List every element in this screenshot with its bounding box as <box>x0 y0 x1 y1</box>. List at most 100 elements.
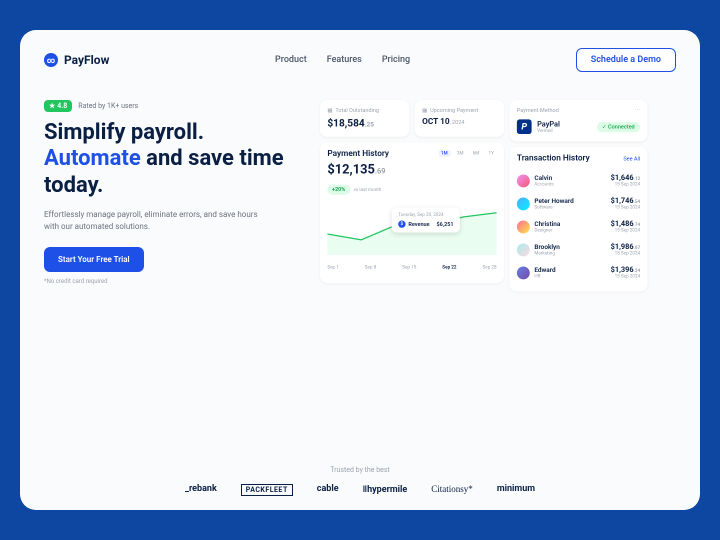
avatar <box>517 266 530 279</box>
chart-area: Tuesday, Sep 20, 2024 $Revenue $6,251 Se… <box>327 202 496 276</box>
transaction-row[interactable]: EdwardHR $1,396.2415 Sep 2024 <box>517 261 640 284</box>
transaction-history-card: Transaction History See All CalvinAccoun… <box>510 147 648 291</box>
nav-links: Product Features Pricing <box>275 55 410 65</box>
xlabel-2: Sep 8 <box>365 265 376 271</box>
transaction-row[interactable]: BrooklynMarketing $1,986.6715 Sep 2024 <box>517 238 640 261</box>
nav-product[interactable]: Product <box>275 55 307 65</box>
outstanding-dec: .25 <box>365 121 374 128</box>
trusted-label: Trusted by the best <box>20 466 700 474</box>
range-1m[interactable]: 1M <box>438 150 450 157</box>
tx-amount: $1,486.74 <box>611 220 641 228</box>
tx-name: Calvin <box>534 174 553 181</box>
brand-icon: ∞ <box>44 53 58 67</box>
transaction-row[interactable]: ChristinaDesigner $1,486.7415 Sep 2024 <box>517 215 640 238</box>
tx-role: Software <box>534 204 573 210</box>
tx-date: 15 Sep 2024 <box>611 251 641 257</box>
trusted-section: Trusted by the best _rebank PACKFLEET ca… <box>20 466 700 496</box>
upcoming-year: , 2024 <box>450 119 465 125</box>
payment-method-card: Payment Method ⋯ P PayPal Verified ✓ Conn… <box>510 100 648 141</box>
paypal-icon: P <box>517 119 532 134</box>
xlabel-5: Sep 28 <box>483 265 497 271</box>
see-all-link[interactable]: See All <box>623 156 640 162</box>
rating-score: 4.8 <box>57 102 67 110</box>
tx-role: Marketing <box>534 250 559 256</box>
top-nav: ∞ PayFlow Product Features Pricing Sched… <box>44 48 676 72</box>
outstanding-value: $18,584 <box>327 117 364 129</box>
xlabel-4: Sep 22 <box>442 265 456 271</box>
tx-date: 15 Sep 2024 <box>611 205 641 211</box>
tx-date: 15 Sep 2024 <box>611 228 641 234</box>
tx-amount: $1,986.67 <box>611 243 641 251</box>
schedule-demo-button[interactable]: Schedule a Demo <box>576 48 676 72</box>
headline-accent: Automate <box>44 146 141 171</box>
upcoming-label: Upcoming Payment <box>430 107 478 113</box>
nav-features[interactable]: Features <box>327 55 362 65</box>
tx-amount: $1,646.12 <box>611 174 641 182</box>
tx-amount: $1,396.24 <box>611 266 641 274</box>
hero-section: ★ 4.8 Rated by 1K+ users Simplify payrol… <box>44 100 300 308</box>
outstanding-card: ▦Total Outstanding $18,584.25 <box>320 100 409 137</box>
tx-role: HR <box>534 273 555 279</box>
upcoming-date: OCT 10 <box>422 117 449 126</box>
transaction-row[interactable]: Peter HowardSoftware $1,746.5415 Sep 2024 <box>517 192 640 215</box>
avatar <box>517 197 530 210</box>
more-icon[interactable]: ⋯ <box>635 107 641 113</box>
landing-page: ∞ PayFlow Product Features Pricing Sched… <box>20 30 700 510</box>
range-1y[interactable]: 1Y <box>486 150 497 157</box>
th-title: Transaction History <box>517 154 590 163</box>
pm-name: PayPal <box>537 120 560 128</box>
tx-name: Brooklyn <box>534 243 559 250</box>
rating-badge: ★ 4.8 <box>44 100 72 112</box>
chart-tooltip: Tuesday, Sep 20, 2024 $Revenue $6,251 <box>392 208 460 233</box>
logo-hypermile: ‖hypermile <box>363 484 408 496</box>
main-content: ★ 4.8 Rated by 1K+ users Simplify payrol… <box>44 100 676 308</box>
pm-status: Verified <box>537 128 560 134</box>
cta-note: *No credit card required <box>44 278 300 285</box>
tx-date: 15 Sep 2024 <box>611 182 641 188</box>
tooltip-date: Tuesday, Sep 20, 2024 <box>398 212 453 218</box>
rating: ★ 4.8 Rated by 1K+ users <box>44 100 300 112</box>
transaction-row[interactable]: CalvinAccounts $1,646.1215 Sep 2024 <box>517 169 640 192</box>
logo-minimum: minimum <box>497 484 535 496</box>
tx-role: Accounts <box>534 181 553 187</box>
tx-name: Peter Howard <box>534 197 573 204</box>
headline: Simplify payroll. Automate and save time… <box>44 120 300 199</box>
tx-amount: $1,746.54 <box>611 197 641 205</box>
tx-name: Christina <box>534 220 560 227</box>
transaction-list: CalvinAccounts$1,646.1215 Sep 2024Peter … <box>517 169 640 284</box>
dashboard-preview: ▦Total Outstanding $18,584.25 ▦Upcoming … <box>320 100 648 291</box>
upcoming-card: ▦Upcoming Payment OCT 10, 2024 <box>415 100 504 137</box>
ph-dec: .69 <box>375 167 386 175</box>
avatar <box>517 243 530 256</box>
xlabel-3: Sep 15 <box>402 265 416 271</box>
range-3m[interactable]: 3M <box>454 150 466 157</box>
logo-rebank: _rebank <box>185 484 217 496</box>
ph-amount: $12,135 <box>327 163 375 178</box>
start-trial-button[interactable]: Start Your Free Trial <box>44 247 144 272</box>
partner-logos: _rebank PACKFLEET cable ‖hypermile Citat… <box>20 484 700 496</box>
connected-badge: ✓ Connected <box>596 122 640 132</box>
pm-header-label: Payment Method <box>517 107 559 113</box>
avatar <box>517 220 530 233</box>
headline-line1: Simplify payroll. <box>44 120 204 145</box>
nav-pricing[interactable]: Pricing <box>382 55 410 65</box>
chart-x-labels: Sep 1 Sep 8 Sep 15 Sep 22 Sep 28 <box>327 265 496 271</box>
logo-cable: cable <box>317 484 339 496</box>
calendar-icon: ▦ <box>422 107 427 113</box>
payment-history-card: 1M 3M 6M 1Y Payment History $12,135.69 +… <box>320 142 504 283</box>
tooltip-label: Revenue <box>408 221 429 227</box>
tx-name: Edward <box>534 266 555 273</box>
tx-role: Designer <box>534 227 560 233</box>
avatar <box>517 174 530 187</box>
outstanding-label: Total Outstanding <box>335 107 379 113</box>
tx-date: 15 Sep 2024 <box>611 274 641 280</box>
range-tabs: 1M 3M 6M 1Y <box>438 150 496 157</box>
brand[interactable]: ∞ PayFlow <box>44 53 109 67</box>
range-6m[interactable]: 6M <box>470 150 482 157</box>
logo-packfleet: PACKFLEET <box>241 484 293 496</box>
dollar-icon: $ <box>398 221 405 228</box>
ph-vs: vs last month <box>354 187 382 193</box>
chart-icon: ▦ <box>327 107 332 113</box>
logo-citationsy: Citationsy* <box>431 484 473 496</box>
ph-pct: +20% <box>327 185 350 195</box>
